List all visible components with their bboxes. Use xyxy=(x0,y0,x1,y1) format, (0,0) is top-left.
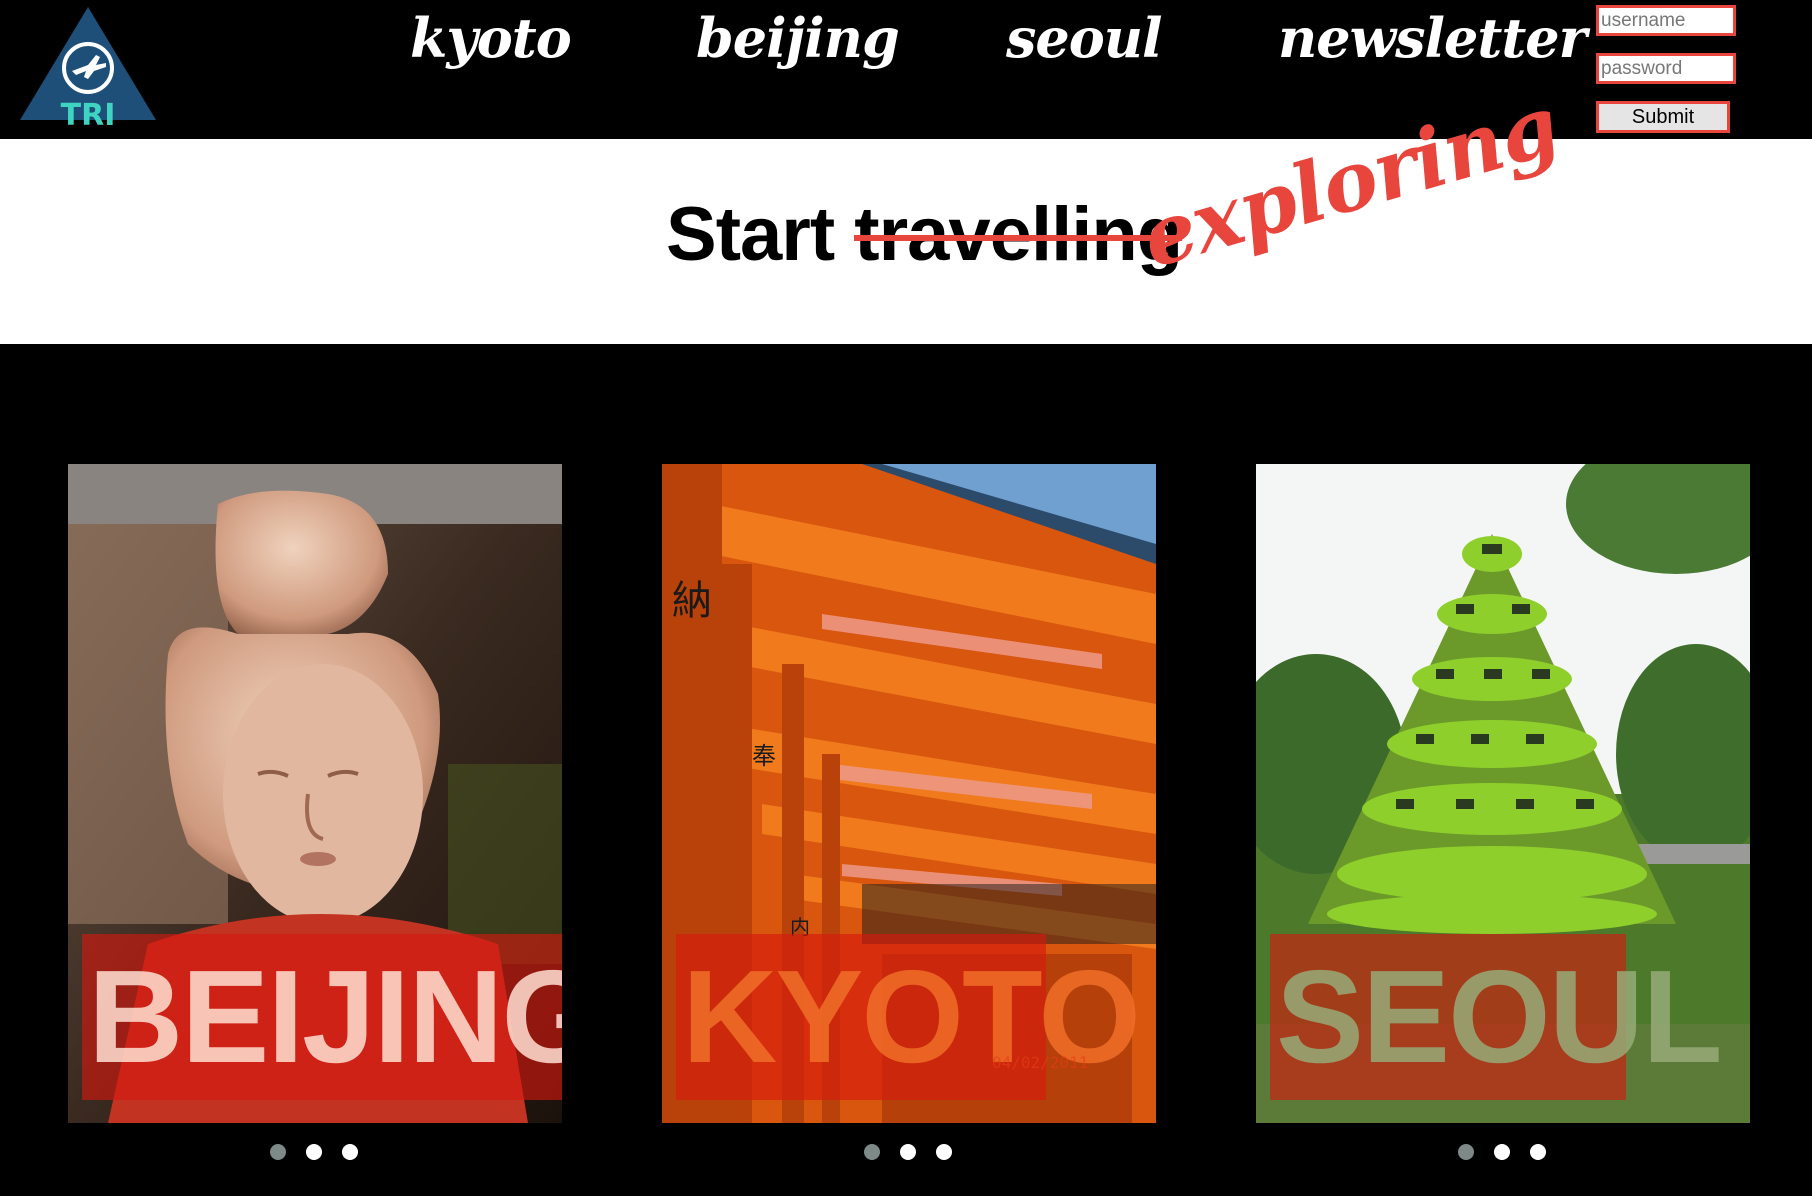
nav-newsletter[interactable]: newsletter xyxy=(1278,6,1587,70)
hero-headline: Start travelling xyxy=(666,191,1183,278)
hero-banner: Start travelling exploring xyxy=(0,77,1812,344)
carousel-dot[interactable] xyxy=(864,1144,880,1160)
nav-beijing[interactable]: beijing xyxy=(696,6,900,70)
username-input[interactable] xyxy=(1596,5,1736,36)
hero-start-text: Start xyxy=(666,192,855,277)
carousel-dot[interactable] xyxy=(306,1144,322,1160)
nav-seoul[interactable]: seoul xyxy=(1006,6,1163,70)
password-input[interactable] xyxy=(1596,53,1736,84)
carousel-dots-beijing xyxy=(270,1144,360,1162)
nav-kyoto[interactable]: kyoto xyxy=(410,6,572,70)
carousel-dots-kyoto xyxy=(864,1144,954,1162)
carousel-dots-seoul xyxy=(1458,1144,1548,1162)
city-card-beijing[interactable]: BEIJING xyxy=(68,464,562,1123)
tri-logo[interactable]: TRI xyxy=(18,5,158,130)
city-card-seoul[interactable]: SEOUL xyxy=(1256,464,1750,1123)
submit-button[interactable]: Submit xyxy=(1596,101,1730,133)
carousel-dot[interactable] xyxy=(900,1144,916,1160)
carousel-dot[interactable] xyxy=(1530,1144,1546,1160)
carousel-dot[interactable] xyxy=(342,1144,358,1160)
city-title: BEIJING xyxy=(88,943,562,1090)
city-title: SEOUL xyxy=(1276,943,1723,1090)
carousel-dot[interactable] xyxy=(270,1144,286,1160)
svg-text:納: 納 xyxy=(672,578,712,624)
svg-text:奉: 奉 xyxy=(752,742,776,770)
logo-text: TRI xyxy=(61,98,116,130)
hero-struck-word: travelling xyxy=(854,192,1183,277)
carousel-dot[interactable] xyxy=(1494,1144,1510,1160)
carousel-dot[interactable] xyxy=(1458,1144,1474,1160)
city-card-kyoto[interactable]: 納 奉 内 KYOTO 04/02/2011 xyxy=(662,464,1156,1123)
photo-date-stamp: 04/02/2011 xyxy=(992,1053,1089,1072)
login-form: Submit xyxy=(1596,5,1736,133)
carousel-dot[interactable] xyxy=(936,1144,952,1160)
